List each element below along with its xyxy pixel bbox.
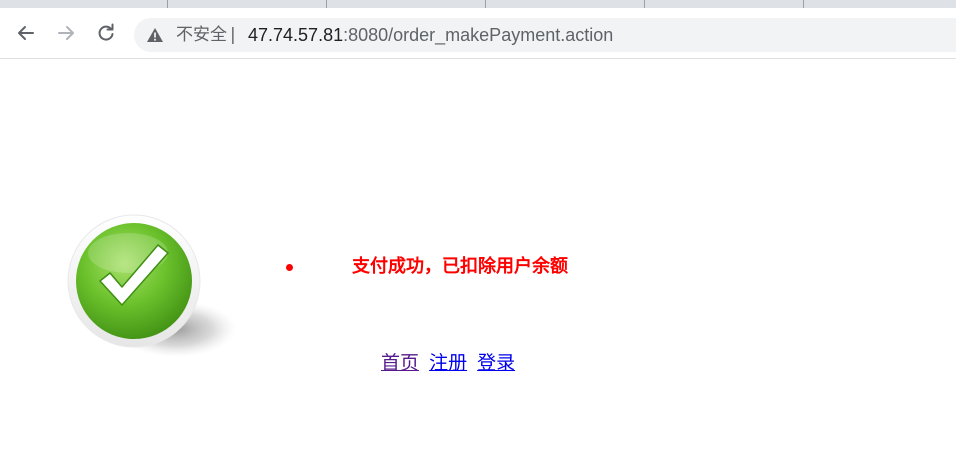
back-button[interactable] [11,18,41,48]
url-path: :8080/order_makePayment.action [343,25,614,45]
tab-separator [167,0,168,8]
nav-links: 首页 注册 登录 [381,351,519,375]
url-text[interactable]: 47.74.57.81:8080/order_makePayment.actio… [248,24,613,46]
payment-success-message: 支付成功，已扣除用户余额 [352,256,568,277]
list-bullet [286,264,293,271]
address-bar[interactable]: 不安全 | 47.74.57.81:8080/order_makePayment… [134,18,956,52]
browser-toolbar: 不安全 | 47.74.57.81:8080/order_makePayment… [0,8,956,59]
arrow-left-icon [18,26,34,40]
url-host: 47.74.57.81 [248,25,344,45]
tab-strip [0,0,956,8]
reload-button[interactable] [91,18,121,48]
tab-separator [644,0,645,8]
home-link[interactable]: 首页 [381,352,419,374]
address-separator: | [230,25,236,45]
page-content: 支付成功，已扣除用户余额 首页 注册 登录 [0,59,956,461]
payment-message-row: 支付成功，已扣除用户余额 [284,255,684,279]
reload-icon [98,23,114,41]
tab-separator [326,0,327,8]
security-status-label[interactable]: 不安全 [176,24,227,46]
warning-icon[interactable] [146,27,164,43]
tab-separator [485,0,486,8]
checkmark-success-icon [67,214,236,357]
tab-separator [803,0,804,8]
forward-button[interactable] [51,18,81,48]
register-link[interactable]: 注册 [429,352,467,374]
arrow-right-icon [58,26,74,40]
login-link[interactable]: 登录 [477,352,515,374]
